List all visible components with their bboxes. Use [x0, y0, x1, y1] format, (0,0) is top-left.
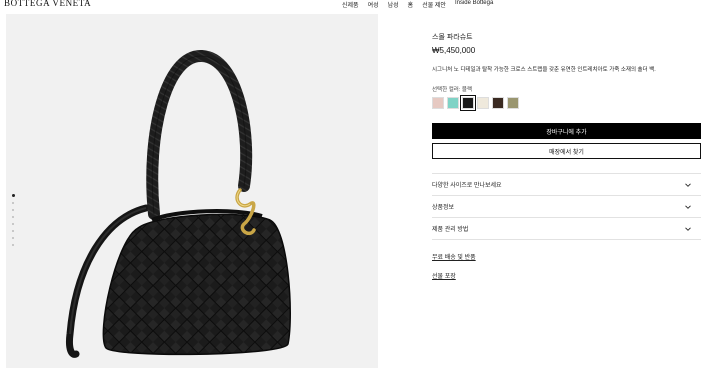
gallery-dot-8[interactable]	[12, 244, 14, 246]
gift-wrap-link[interactable]: 선물 포장	[432, 271, 702, 280]
find-in-store-button[interactable]: 매장에서 찾기	[432, 143, 701, 159]
product-image-panel[interactable]	[6, 14, 378, 368]
accordion-care-label: 제품 관리 방법	[432, 227, 469, 233]
chevron-down-icon	[685, 226, 691, 231]
swatch-mint[interactable]	[447, 97, 459, 109]
swatch-dark-brown[interactable]	[492, 97, 504, 109]
nav-item-inside-bottega[interactable]: Inside Bottega	[455, 0, 493, 9]
product-price: ₩5,450,000	[432, 46, 476, 55]
product-description: 시그니처 노 디테일과 탈착 가능한 크로스 스트랩을 갖춘 유연한 인트레치아…	[432, 67, 656, 73]
brand-logo[interactable]: BOTTEGA VENETA	[4, 0, 91, 8]
shipping-returns-link[interactable]: 무료 배송 및 반품	[432, 252, 702, 261]
accordion-sizes[interactable]: 다양한 사이즈로 만나보세요	[432, 174, 701, 196]
accordion-product-info[interactable]: 상품정보	[432, 196, 701, 218]
gallery-dot-1[interactable]	[11, 194, 15, 197]
gallery-dot-2[interactable]	[12, 202, 14, 204]
swatch-olive[interactable]	[507, 97, 519, 109]
swatch-ivory[interactable]	[477, 97, 489, 109]
selected-color-label: 선택한 컬러: 블랙	[432, 87, 473, 93]
accordion-sizes-label: 다양한 사이즈로 만나보세요	[432, 183, 502, 189]
top-navigation-bar: BOTTEGA VENETA 신제품 여성 남성 홈 선물 제안 Inside …	[0, 0, 718, 12]
service-links: 무료 배송 및 반품 선물 포장	[432, 252, 702, 280]
add-to-cart-button[interactable]: 장바구니에 추가	[432, 123, 701, 139]
accordion-product-info-label: 상품정보	[432, 205, 455, 211]
nav-item-men[interactable]: 남성	[388, 0, 399, 9]
gallery-pagination	[11, 194, 15, 246]
product-accordion: 다양한 사이즈로 만나보세요 상품정보 제품 관리 방법	[432, 173, 701, 240]
gallery-dot-6[interactable]	[12, 230, 14, 232]
main-nav: 신제품 여성 남성 홈 선물 제안 Inside Bottega	[342, 0, 493, 9]
color-swatches	[432, 95, 702, 111]
gallery-dot-4[interactable]	[12, 216, 14, 218]
nav-item-new[interactable]: 신제품	[342, 0, 359, 9]
gallery-dot-3[interactable]	[12, 209, 14, 211]
nav-item-home[interactable]: 홈	[408, 0, 414, 9]
chevron-down-icon	[685, 204, 691, 209]
swatch-rose[interactable]	[432, 97, 444, 109]
chevron-down-icon	[685, 182, 691, 187]
gallery-dot-5[interactable]	[12, 223, 14, 225]
nav-item-women[interactable]: 여성	[368, 0, 379, 9]
nav-item-gifts[interactable]: 선물 제안	[422, 0, 446, 9]
gallery-dot-7[interactable]	[12, 237, 14, 239]
swatch-black[interactable]	[460, 95, 476, 111]
accordion-care[interactable]: 제품 관리 방법	[432, 218, 701, 240]
product-info: 스몰 파라슈트 ₩5,450,000 시그니처 노 디테일과 탈착 가능한 크로…	[432, 32, 702, 280]
product-photo-bag	[66, 50, 291, 358]
product-name: 스몰 파라슈트	[432, 34, 473, 41]
